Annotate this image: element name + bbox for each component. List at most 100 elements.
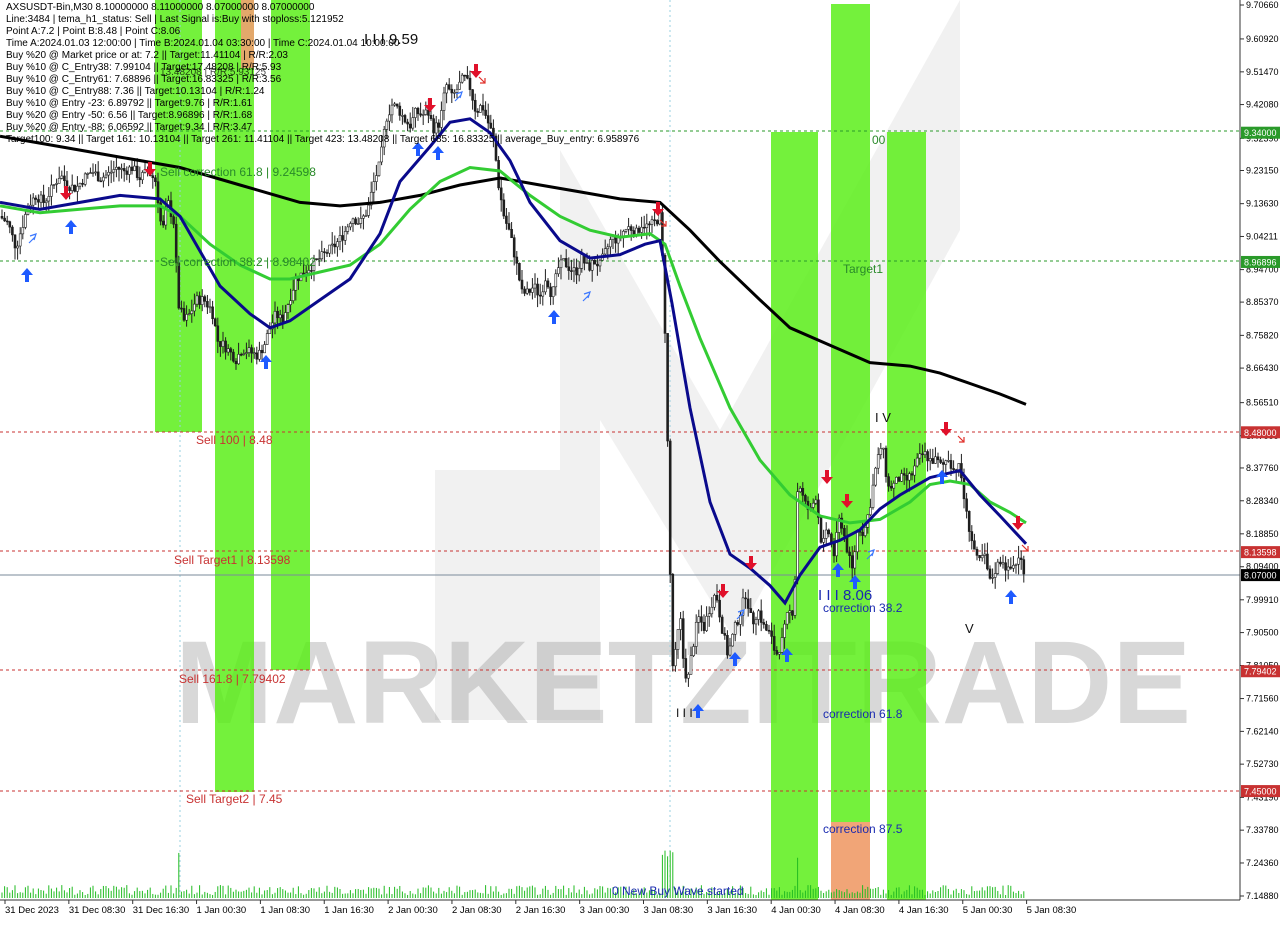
price-tick-label: 9.70660: [1246, 0, 1279, 10]
candle-body: [411, 117, 415, 129]
candle-body: [138, 177, 142, 181]
candle-body: [814, 499, 818, 504]
candle-body: [437, 122, 441, 128]
candle-body: [687, 673, 690, 679]
candle-body: [999, 561, 1002, 565]
candle-body: [385, 120, 389, 130]
info-line: Target100: 9.34 || Target 161: 10.13104 …: [6, 134, 640, 145]
price-tick-label: 9.51470: [1246, 67, 1279, 77]
candle-body: [1001, 562, 1005, 565]
candle-body: [531, 287, 534, 293]
candle-body: [47, 196, 51, 202]
candle-body: [115, 166, 118, 170]
candle-body: [375, 175, 378, 182]
candle-body: [650, 219, 654, 225]
candle-body: [731, 633, 734, 647]
candle-body: [419, 113, 422, 116]
candle-body: [965, 498, 968, 512]
candle-body: [785, 612, 789, 625]
candle-body: [757, 610, 760, 620]
price-badge-label: 8.96896: [1244, 257, 1277, 267]
candle-body: [440, 110, 443, 128]
candle-body: [343, 231, 347, 241]
candle-body: [767, 629, 771, 632]
candle-body: [895, 476, 898, 484]
candle-body: [947, 460, 950, 462]
candle-body: [702, 621, 706, 631]
candle-body: [520, 279, 524, 290]
candle-body: [863, 526, 867, 536]
time-tick-label: 1 Jan 16:30: [324, 905, 374, 916]
candle-body: [1019, 557, 1023, 560]
time-tick-label: 5 Jan 00:30: [963, 905, 1013, 916]
candle-body: [177, 262, 181, 309]
candle-body: [289, 300, 292, 305]
candle-body: [544, 280, 547, 293]
candle-body: [1009, 566, 1013, 569]
candle-body: [559, 259, 563, 269]
price-chart[interactable]: MARKETZITRADE Sell correction 61.8 | 9.2…: [0, 0, 1280, 920]
candle-body: [692, 646, 695, 656]
candle-body: [258, 349, 261, 360]
candle-body: [367, 204, 370, 216]
candle-body: [403, 115, 407, 123]
price-tick-label: 7.24360: [1246, 858, 1279, 868]
candle-body: [510, 229, 513, 238]
candle-body: [689, 655, 693, 675]
candle-body: [819, 517, 823, 543]
candle-body: [109, 171, 113, 174]
candle-body: [208, 306, 212, 309]
candle-body: [671, 574, 675, 667]
candle-body: [913, 465, 916, 476]
candle-body: [640, 226, 643, 233]
candle-body: [645, 223, 649, 228]
candle-body: [291, 289, 295, 301]
candle-body: [265, 333, 269, 345]
candle-body: [648, 223, 651, 226]
candle-body: [567, 266, 571, 271]
candle-body: [416, 107, 420, 115]
candle-body: [434, 122, 438, 134]
candle-body: [541, 291, 545, 297]
info-line: Buy %10 @ Entry -23: 6.89792 || Target:9…: [6, 98, 253, 109]
candle-body: [89, 172, 92, 174]
price-badge-label: 8.07000: [1244, 571, 1277, 581]
candle-body: [780, 637, 784, 653]
candle-body: [879, 448, 883, 455]
zone-c: [271, 0, 310, 670]
candle-body: [481, 105, 485, 111]
candle-body: [889, 485, 893, 489]
candle-body: [16, 245, 19, 249]
info-line: Buy %20 @ Market price or at: 7.2 || Tar…: [6, 50, 288, 61]
candle-body: [931, 458, 935, 464]
price-tick-label: 9.23150: [1246, 165, 1279, 175]
candle-body: [749, 608, 753, 613]
candle-body: [73, 184, 77, 192]
candle-body: [551, 286, 555, 297]
candle-body: [908, 473, 911, 481]
price-badge-label: 7.79402: [1244, 667, 1277, 677]
candle-body: [187, 313, 191, 315]
candle-body: [372, 181, 376, 193]
candle-body: [694, 621, 698, 647]
time-tick-label: 31 Dec 16:30: [133, 905, 190, 916]
candle-body: [546, 280, 550, 288]
candle-body: [705, 615, 708, 631]
candle-body: [629, 226, 633, 231]
time-tick-label: 4 Jan 16:30: [899, 905, 949, 916]
candle-body: [533, 283, 537, 289]
price-tick-label: 8.66430: [1246, 363, 1279, 373]
candle-body: [294, 277, 298, 291]
candle-body: [96, 171, 100, 182]
candle-body: [921, 453, 924, 456]
candle-body: [684, 658, 688, 679]
candle-body: [229, 348, 233, 353]
candle-body: [627, 226, 630, 230]
candle-body: [507, 223, 511, 230]
candle-body: [281, 314, 285, 323]
price-tick-label: 8.56510: [1246, 398, 1279, 408]
info-line: AXSUSDT-Bin,M30 8.10000000 8.11000000 8.…: [6, 2, 315, 13]
time-axis-bg: [0, 900, 1280, 920]
candle-body: [910, 473, 914, 476]
candle-body: [237, 354, 240, 365]
